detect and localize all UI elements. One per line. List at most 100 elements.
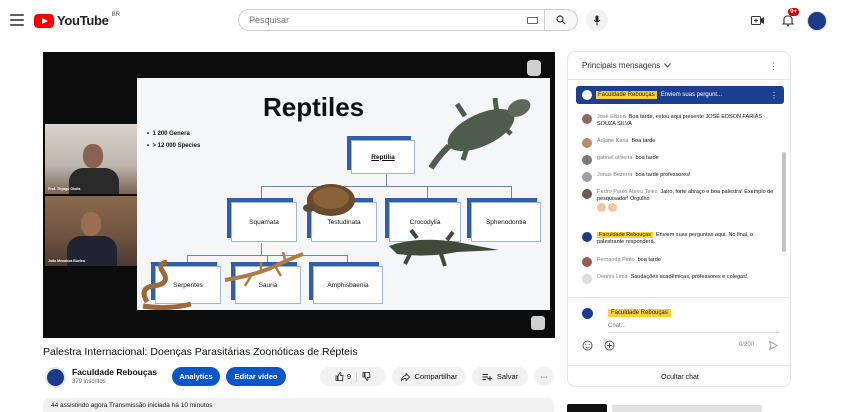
save-label: Salvar: [496, 372, 519, 381]
message-author: gabriel oliveira: [597, 155, 633, 161]
node-reptilia: Reptilia: [351, 140, 415, 174]
crocodile-image: [389, 228, 499, 267]
tree-connector: [427, 186, 428, 200]
message-author: Jonas Bezerra: [597, 172, 633, 178]
channel-watermark: [527, 60, 541, 76]
account-avatar[interactable]: [807, 11, 827, 31]
recommended-thumbnail[interactable]: [567, 404, 607, 412]
pinned-more-icon[interactable]: ⋮: [770, 91, 778, 100]
message-author: Dennis Lima: [597, 274, 628, 280]
channel-watermark-bottom: [531, 316, 545, 330]
search-button[interactable]: [544, 9, 578, 31]
presentation-slide: Reptiles • 1 200 Genera • > 12 000 Speci…: [137, 78, 550, 310]
menu-icon[interactable]: [10, 14, 24, 26]
slide-title: Reptiles: [263, 92, 365, 122]
tree-connector: [261, 186, 262, 200]
message-author: Faculdade Rebouças: [597, 232, 653, 238]
chat-scrollbar[interactable]: [782, 152, 786, 252]
message-text: boa tarde: [635, 155, 659, 161]
message-author: Fernanda Pinto: [597, 257, 635, 263]
input-author: Faculdade Rebouças: [608, 309, 671, 317]
notifications-button[interactable]: 9+: [779, 8, 799, 29]
chat-message[interactable]: Pedro Paulo Abreu Teles Jairo, forte abra…: [582, 189, 777, 215]
user-avatar: [582, 189, 592, 199]
emoji-icon: [608, 203, 617, 212]
pinned-text: Enviem suas pergunt...: [660, 92, 723, 98]
tree-connector: [261, 186, 511, 187]
message-author: José Edson: [597, 114, 626, 120]
chat-input-area: Faculdade Rebouças 0/200: [568, 297, 790, 365]
chat-input[interactable]: [608, 323, 780, 333]
webcam-name-2: João Menaboa Bueleo: [48, 259, 85, 263]
message-text: boa tarde professores!: [635, 172, 691, 178]
message-author: Pedro Paulo Abreu Teles: [597, 189, 658, 195]
chat-message[interactable]: Faculdade Rebouças Enviem suas perguntas …: [582, 232, 777, 246]
video-title: Palestra Internacional: Doenças Parasitá…: [43, 346, 358, 358]
chevron-down-icon[interactable]: [664, 63, 672, 68]
channel-avatar[interactable]: [45, 367, 66, 388]
tree-connector: [347, 255, 348, 265]
message-text: Boa tarde: [631, 138, 656, 144]
tree-connector: [511, 186, 512, 200]
youtube-play-icon: [34, 13, 54, 28]
super-chat-icon[interactable]: [604, 340, 615, 351]
node-squamata: Squamata: [231, 202, 297, 242]
send-icon[interactable]: [769, 341, 778, 350]
video-stats: 44 assistindo agora Transmissão iniciada…: [43, 398, 554, 412]
chat-message[interactable]: Adjane Kariá Boa tarde: [582, 138, 777, 148]
thumbs-down-icon[interactable]: [362, 372, 371, 381]
country-code: BR: [111, 11, 120, 18]
pinned-avatar: [582, 90, 592, 100]
youtube-logo[interactable]: YouTube BR: [34, 11, 120, 28]
top-bar: YouTube BR 9+: [0, 0, 843, 42]
search-box[interactable]: [238, 9, 544, 31]
chat-message[interactable]: Dennis Lima Saudações acadêmicas, profess…: [582, 274, 777, 284]
create-video-button[interactable]: [749, 11, 767, 29]
logo-text: YouTube: [57, 13, 109, 28]
message-text: Saudações acadêmicas, professores e cole…: [630, 274, 748, 280]
message-author: Adjane Kariá: [597, 138, 629, 144]
keyboard-icon[interactable]: [527, 17, 538, 24]
search-input[interactable]: [249, 15, 499, 25]
like-dislike-group: 9: [320, 367, 386, 386]
chat-mode-label[interactable]: Principais mensagens: [582, 61, 660, 70]
recommended-title-placeholder[interactable]: [612, 405, 762, 412]
analytics-button[interactable]: Analytics: [172, 367, 220, 386]
voice-search-button[interactable]: [586, 9, 608, 31]
webcam-name-1: Prof. Thyago Gioifa: [48, 187, 81, 191]
user-avatar: [582, 257, 592, 267]
subscriber-count: 379 inscritos: [72, 379, 106, 385]
notification-count-badge: 9+: [788, 8, 799, 16]
snake-image: [141, 259, 192, 310]
share-label: Compartilhar: [414, 372, 458, 381]
chat-more-icon[interactable]: ⋮: [769, 61, 778, 72]
user-avatar: [582, 155, 592, 165]
turtle-image: [303, 184, 355, 216]
like-button[interactable]: 9: [335, 372, 351, 381]
chat-message[interactable]: Jonas Bezerra boa tarde professores!: [582, 172, 777, 182]
lizard-image: [429, 97, 531, 170]
node-amphisbaenia: Amphisbaenia: [313, 266, 383, 304]
user-avatar: [582, 172, 592, 182]
emoji-picker-icon[interactable]: [582, 340, 593, 351]
more-actions-button[interactable]: ···: [534, 367, 554, 386]
chat-message[interactable]: Fernanda Pinto boa tarde: [582, 257, 777, 267]
save-button[interactable]: Salvar: [472, 367, 528, 386]
edit-video-button[interactable]: Editar vídeo: [226, 367, 286, 386]
message-text: boa tarde: [637, 257, 661, 263]
pinned-author: Faculdade Rebouças: [596, 91, 657, 99]
video-camera-plus-icon: [751, 15, 764, 25]
channel-name[interactable]: Faculdade Rebouças: [72, 367, 157, 377]
share-button[interactable]: Compartilhar: [392, 367, 466, 386]
hide-chat-button[interactable]: Ocultar chat: [568, 365, 790, 386]
share-icon: [400, 372, 410, 381]
chat-message[interactable]: José Edson Boa tarde, estou aqui presente…: [582, 114, 777, 128]
thumbs-up-icon: [335, 372, 344, 381]
emoji-icon: [597, 203, 606, 212]
playlist-add-icon: [482, 373, 492, 381]
chat-message[interactable]: gabriel oliveira boa tarde: [582, 155, 777, 165]
microphone-icon: [593, 15, 601, 25]
chat-header[interactable]: Principais mensagens: [568, 52, 790, 80]
own-avatar: [582, 308, 593, 319]
pinned-message[interactable]: Faculdade Rebouças Enviem suas pergunt..…: [576, 86, 784, 104]
